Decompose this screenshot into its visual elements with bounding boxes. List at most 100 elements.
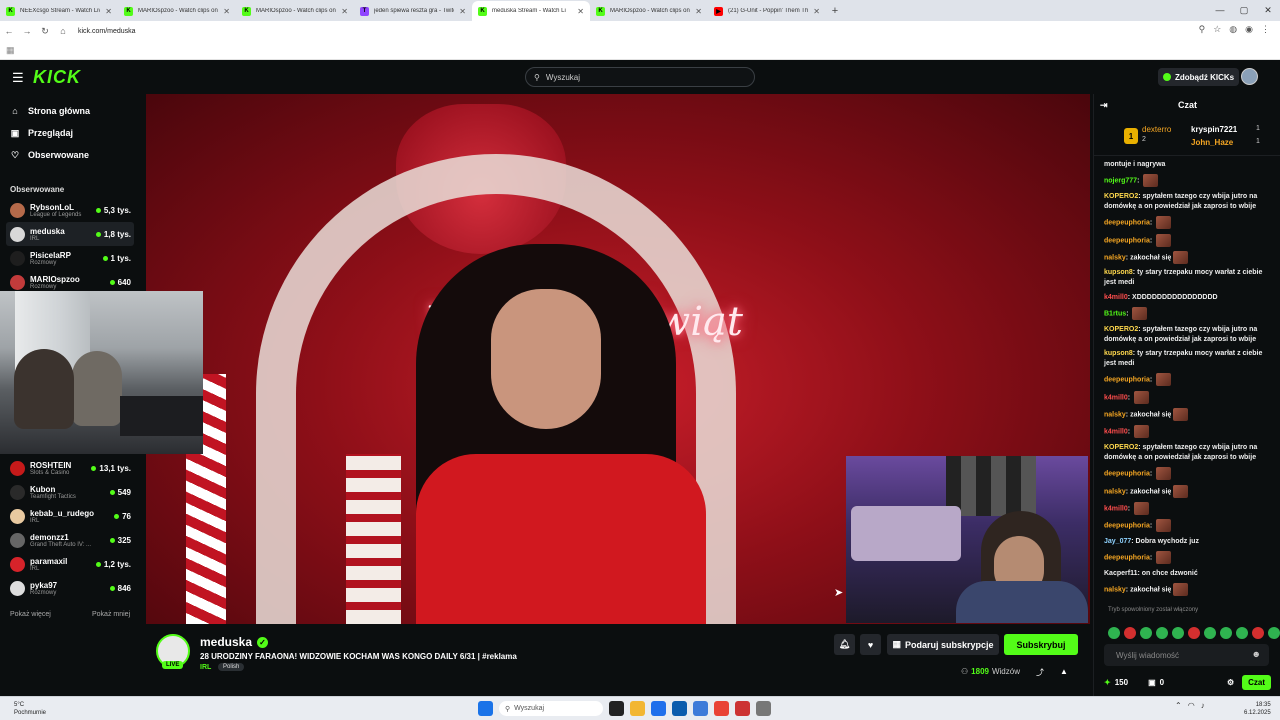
- reload-icon[interactable]: ↻: [36, 26, 54, 37]
- wifi-icon[interactable]: ◠: [1188, 701, 1195, 710]
- chat-settings-icon[interactable]: ⚙: [1227, 678, 1234, 687]
- show-less-link[interactable]: Pokaż mniej: [92, 611, 130, 618]
- show-more-link[interactable]: Pokaż więcej: [10, 611, 51, 618]
- app-icon[interactable]: [735, 701, 750, 716]
- chat-send-button[interactable]: Czat: [1242, 674, 1271, 690]
- settings-icon[interactable]: [756, 701, 771, 716]
- followed-channel[interactable]: meduska IRL 1,8 tys.: [6, 222, 134, 246]
- emoji-picker-icon[interactable]: ☻: [1252, 649, 1261, 659]
- emote-icon[interactable]: [1108, 627, 1120, 639]
- leaderboard-name[interactable]: kryspin7221: [1191, 125, 1237, 134]
- windows-start-icon[interactable]: [478, 701, 493, 716]
- close-window-icon[interactable]: ✕: [1256, 0, 1280, 20]
- emote-icon[interactable]: [1156, 627, 1168, 639]
- emote-icon[interactable]: [1252, 627, 1264, 639]
- emote-icon[interactable]: [1220, 627, 1232, 639]
- chat-username[interactable]: Kacperf11: [1104, 570, 1137, 577]
- apps-grid-icon[interactable]: ▦: [6, 45, 15, 56]
- chat-username[interactable]: KOPERO2: [1104, 444, 1138, 451]
- followed-channel[interactable]: kebab_u_rudego IRL 76: [6, 504, 134, 528]
- leaderboard-name[interactable]: John_Haze: [1191, 138, 1233, 147]
- share-icon[interactable]: ⤴: [1036, 667, 1044, 678]
- profile-icon[interactable]: ◉: [1245, 24, 1253, 35]
- notification-bell-button[interactable]: 🔔︎: [834, 634, 855, 655]
- chat-username[interactable]: kupson8: [1104, 269, 1133, 276]
- chat-username[interactable]: nalsky: [1104, 254, 1126, 261]
- subscribe-button[interactable]: Subskrybuj: [1004, 634, 1078, 655]
- edge-icon[interactable]: [651, 701, 666, 716]
- nav-item[interactable]: ⌂ Strona główna: [10, 100, 130, 122]
- chat-username[interactable]: deepeuphoria: [1104, 237, 1150, 244]
- collapse-chat-icon[interactable]: ⇥: [1100, 100, 1108, 111]
- volume-icon[interactable]: ♪: [1201, 701, 1205, 710]
- kick-logo[interactable]: KICK: [33, 67, 81, 88]
- gift-count[interactable]: ▣ 0: [1148, 678, 1164, 687]
- chat-username[interactable]: nalsky: [1104, 488, 1126, 495]
- report-icon[interactable]: ▲: [1060, 667, 1068, 676]
- chat-username[interactable]: KOPERO2: [1104, 193, 1138, 200]
- weather-widget[interactable]: 5°C Pochmurnie: [14, 701, 46, 717]
- browser-tab[interactable]: Kmeduska Stream - Watch Li ✕: [472, 1, 590, 21]
- browser-tab[interactable]: ▶ (21) G-Unit - Poppin' Them Thá ✕: [708, 1, 826, 21]
- emote-icon[interactable]: [1204, 627, 1216, 639]
- chat-username[interactable]: nalsky: [1104, 411, 1126, 418]
- task-view-icon[interactable]: [609, 701, 624, 716]
- leaderboard-first-name[interactable]: dexterro: [1142, 125, 1171, 134]
- chrome-icon[interactable]: [714, 701, 729, 716]
- tray-chevron-icon[interactable]: ⌃: [1175, 701, 1182, 710]
- browser-tab[interactable]: K MARIOspzoo - Watch clips on K ✕: [236, 1, 354, 21]
- emote-icon[interactable]: [1172, 627, 1184, 639]
- home-icon[interactable]: ⌂: [54, 26, 72, 36]
- chat-username[interactable]: k4mill0: [1104, 505, 1128, 512]
- followed-channel[interactable]: ROSHTEIN Slots & Casino 13,1 tys.: [6, 456, 134, 480]
- channel-points[interactable]: ✦ 150: [1104, 678, 1128, 687]
- mail-icon[interactable]: [693, 701, 708, 716]
- menu-dots-icon[interactable]: ⋮: [1261, 24, 1270, 35]
- stream-category[interactable]: IRL: [200, 664, 211, 671]
- hamburger-menu-icon[interactable]: ☰: [12, 70, 24, 86]
- chat-username[interactable]: k4mill0: [1104, 294, 1128, 301]
- streamer-name[interactable]: meduska: [200, 635, 252, 649]
- chat-username[interactable]: B1rtus: [1104, 310, 1126, 317]
- user-avatar[interactable]: [1241, 68, 1258, 85]
- nav-item[interactable]: ▣ Przeglądaj: [10, 122, 130, 144]
- store-icon[interactable]: [672, 701, 687, 716]
- browser-tab[interactable]: K NEEXcsgo Stream - Watch Live ✕: [0, 1, 118, 21]
- zoom-icon[interactable]: ⚲: [1199, 24, 1206, 35]
- close-tab-icon[interactable]: ✕: [577, 7, 584, 16]
- chat-username[interactable]: nojerg777: [1104, 178, 1137, 185]
- system-clock[interactable]: 18:35 6.12.2025: [1244, 701, 1271, 717]
- emote-icon[interactable]: [1140, 627, 1152, 639]
- chat-username[interactable]: k4mill0: [1104, 394, 1128, 401]
- browser-tab[interactable]: K MARIOspzoo - Watch clips on K ✕: [118, 1, 236, 21]
- language-tag[interactable]: Polish: [218, 663, 245, 671]
- browser-tab[interactable]: Tjeden śpiewa reszta gra - Twitch ✕: [354, 1, 472, 21]
- maximize-icon[interactable]: ▢: [1232, 0, 1256, 20]
- chat-message-input[interactable]: Wyślij wiadomość ☻: [1104, 644, 1269, 666]
- close-tab-icon[interactable]: ✕: [695, 7, 702, 16]
- url-field[interactable]: kick.com/meduska: [78, 28, 136, 35]
- chat-username[interactable]: nalsky: [1104, 586, 1126, 593]
- get-kicks-button[interactable]: Zdobądź KICKs: [1158, 68, 1240, 86]
- chat-username[interactable]: deepeuphoria: [1104, 377, 1150, 384]
- emote-icon[interactable]: [1188, 627, 1200, 639]
- back-icon[interactable]: ←: [0, 26, 18, 36]
- bookmark-star-icon[interactable]: ☆: [1213, 24, 1221, 35]
- followed-channel[interactable]: PisicelaRP Rozmowy 1 tys.: [6, 246, 134, 270]
- taskbar-search[interactable]: ⚲ Wyszukaj: [499, 701, 603, 716]
- chat-username[interactable]: deepeuphoria: [1104, 555, 1150, 562]
- chat-username[interactable]: deepeuphoria: [1104, 471, 1150, 478]
- close-tab-icon[interactable]: ✕: [813, 7, 820, 16]
- close-tab-icon[interactable]: ✕: [105, 7, 112, 16]
- new-tab-button[interactable]: +: [826, 1, 844, 21]
- chat-username[interactable]: deepeuphoria: [1104, 220, 1150, 227]
- forward-icon[interactable]: →: [18, 26, 36, 36]
- chat-username[interactable]: kupson8: [1104, 350, 1133, 357]
- emote-icon[interactable]: [1268, 627, 1280, 639]
- minimize-icon[interactable]: —: [1208, 0, 1232, 20]
- close-tab-icon[interactable]: ✕: [459, 7, 466, 16]
- browser-tab[interactable]: K MARIOspzoo - Watch clips on K ✕: [590, 1, 708, 21]
- chat-username[interactable]: KOPERO2: [1104, 326, 1138, 333]
- gift-subs-button[interactable]: ▦ Podaruj subskrypcje: [887, 634, 999, 655]
- chat-username[interactable]: Jay_077: [1104, 538, 1131, 545]
